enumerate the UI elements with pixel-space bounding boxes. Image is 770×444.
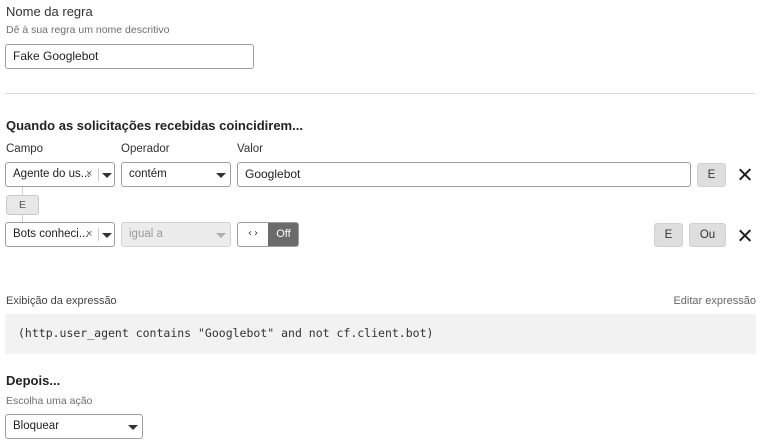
rule-name-label: Nome da regra: [6, 4, 93, 19]
toggle-state: Off: [268, 223, 298, 246]
operator-column-label: Operador: [121, 143, 170, 155]
field-select-known-bots[interactable]: Bots conheci... ×: [5, 222, 115, 247]
or-button[interactable]: Ou: [689, 223, 726, 247]
action-select[interactable]: Bloquear: [5, 414, 143, 439]
chevron-down-icon: [128, 425, 138, 430]
field-column-label: Campo: [6, 143, 44, 155]
expression-text: (http.user_agent contains "Googlebot" an…: [18, 326, 434, 340]
rule-name-input[interactable]: Fake Googlebot: [5, 44, 254, 69]
and-connector-button[interactable]: E: [6, 195, 39, 215]
clear-field-icon[interactable]: ×: [86, 163, 92, 186]
chevron-down-icon: [216, 233, 226, 238]
chevron-down-icon: [216, 173, 226, 178]
chevron-down-icon: [102, 173, 112, 178]
action-hint: Escolha uma ação: [6, 395, 93, 407]
expression-preview-box: (http.user_agent contains "Googlebot" an…: [5, 314, 756, 354]
expression-label: Exibição da expressão: [6, 295, 117, 307]
operator-select-equals: igual a: [121, 222, 231, 247]
action-select-value: Bloquear: [13, 420, 60, 432]
chevron-down-icon: [102, 233, 112, 238]
and-button-row2[interactable]: E: [654, 223, 683, 247]
edit-expression-link[interactable]: Editar expressão: [673, 295, 756, 307]
then-heading: Depois...: [6, 373, 61, 388]
value-column-label: Valor: [237, 143, 263, 155]
close-icon[interactable]: [738, 229, 752, 243]
operator-select-value: contém: [129, 168, 167, 180]
value-input[interactable]: Googlebot: [237, 162, 691, 187]
value-input-text: Googlebot: [245, 167, 301, 181]
when-heading: Quando as solicitações recebidas coincid…: [6, 118, 303, 133]
divider: [5, 93, 755, 94]
rule-name-hint: Dê à sua regra um nome descritivo: [6, 24, 170, 36]
operator-select-value: igual a: [129, 228, 163, 240]
clear-field-icon[interactable]: ×: [86, 223, 92, 246]
rule-name-value: Fake Googlebot: [13, 49, 99, 63]
and-button-row1[interactable]: E: [697, 163, 726, 187]
operator-select-contains[interactable]: contém: [121, 162, 231, 187]
select-separator: [98, 228, 99, 241]
field-select-value: Bots conheci...: [13, 228, 89, 240]
code-arrows-icon: ‹›: [246, 228, 260, 239]
close-icon[interactable]: [738, 168, 752, 182]
field-select-value: Agente do us...: [13, 168, 91, 180]
field-select-user-agent[interactable]: Agente do us... ×: [5, 162, 115, 187]
bot-toggle[interactable]: ‹› Off: [237, 222, 299, 247]
select-separator: [98, 168, 99, 181]
